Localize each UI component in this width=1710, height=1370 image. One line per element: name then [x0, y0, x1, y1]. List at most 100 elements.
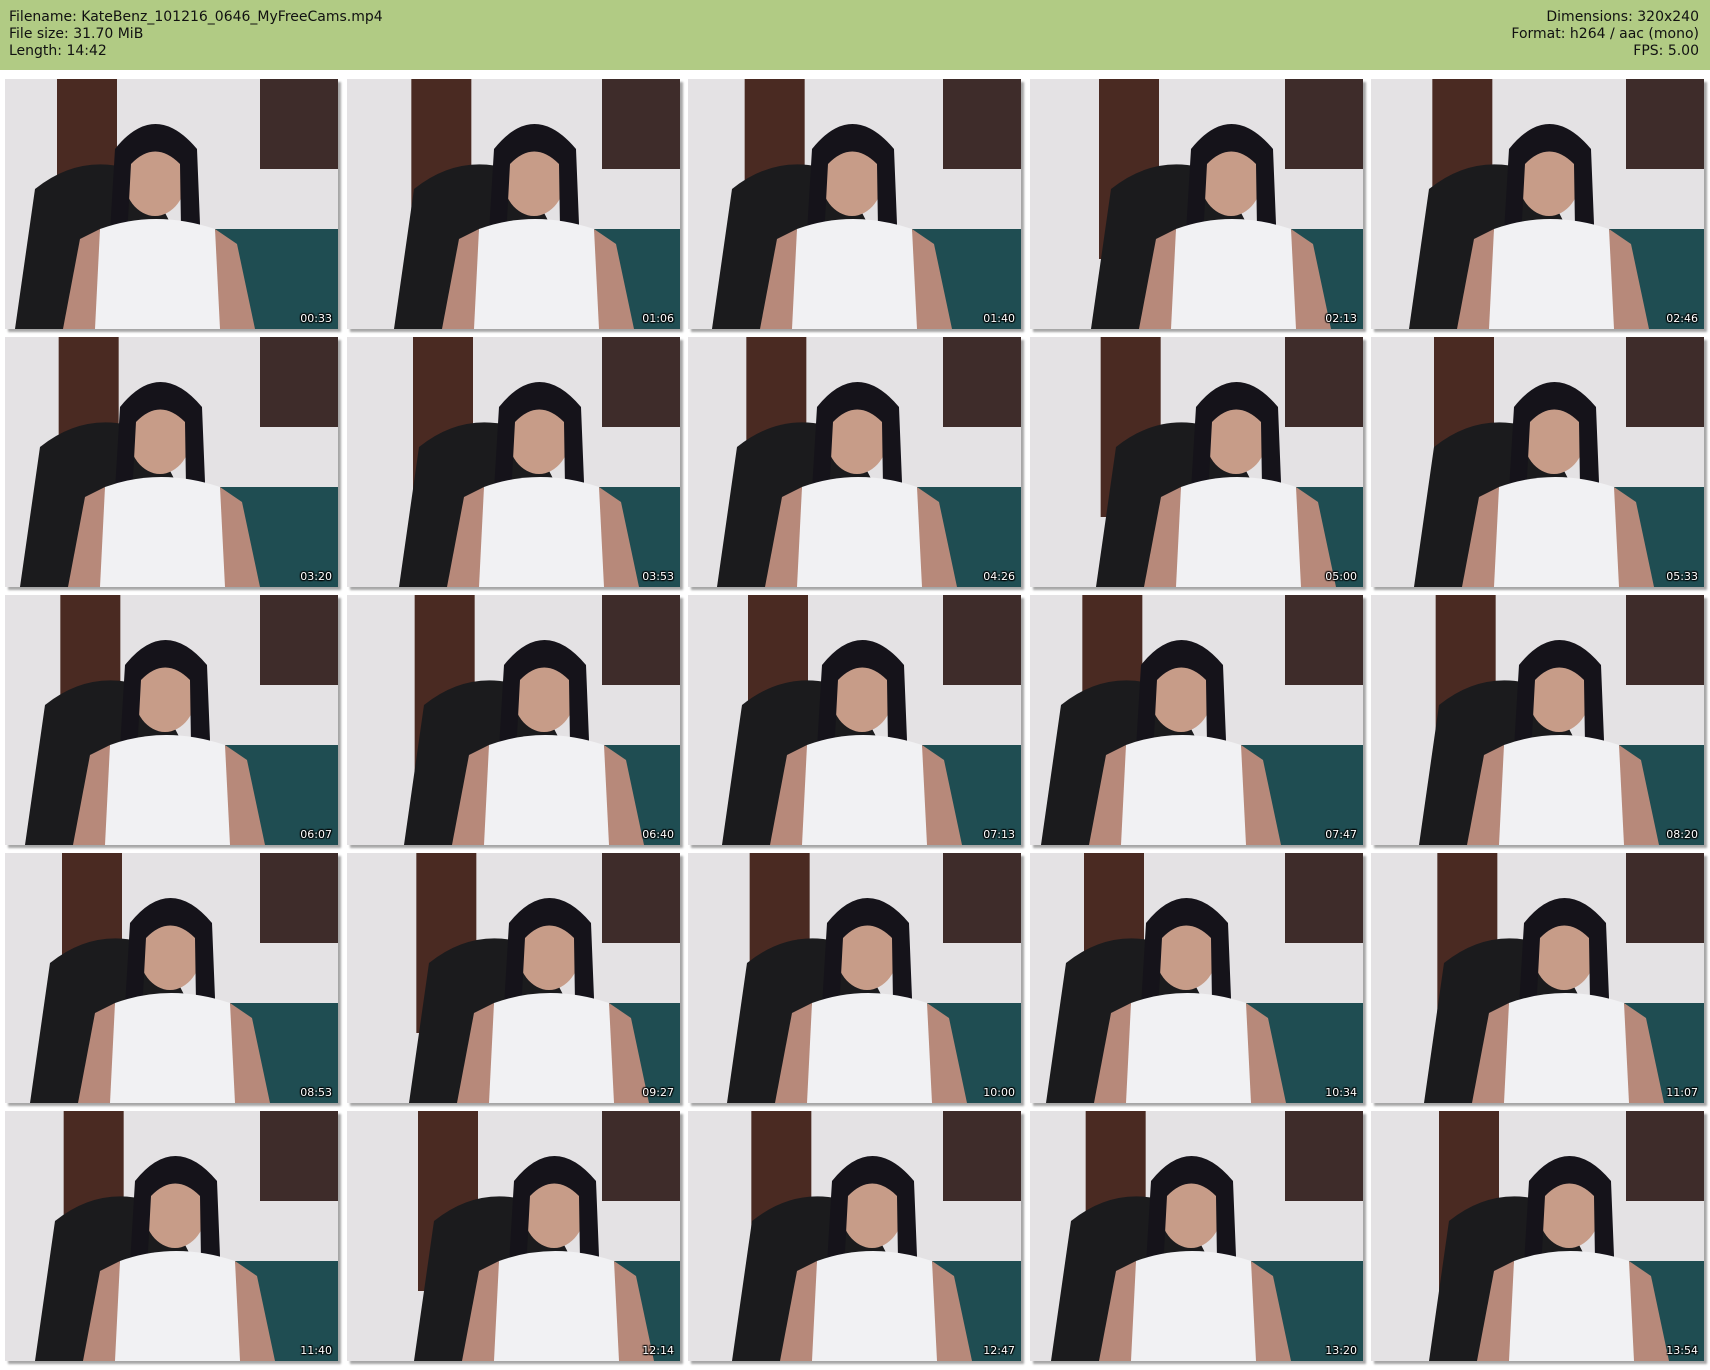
frame-shape: [474, 735, 619, 845]
video-frame-thumbnail[interactable]: 02:13: [1030, 79, 1363, 329]
frame-shape: [464, 219, 609, 329]
video-frame-thumbnail[interactable]: 01:40: [688, 79, 1021, 329]
frame-shape: [1626, 853, 1704, 943]
frame-shape: [1285, 1111, 1363, 1201]
frame-shape: [469, 477, 614, 587]
video-frame-thumbnail[interactable]: 01:06: [347, 79, 680, 329]
video-frame-thumbnail[interactable]: 05:00: [1030, 337, 1363, 587]
frame-shape: [602, 1111, 680, 1201]
video-frame-thumbnail[interactable]: 07:13: [688, 595, 1021, 845]
frame-shape: [1166, 477, 1311, 587]
length-label: Length: 14:42: [9, 43, 107, 59]
video-frame-thumbnail[interactable]: 10:00: [688, 853, 1021, 1103]
frame-image: [347, 337, 680, 587]
frame-image: [347, 853, 680, 1103]
frame-shape: [943, 79, 1021, 169]
video-frame-thumbnail[interactable]: 11:07: [1371, 853, 1704, 1103]
frame-image: [5, 79, 338, 329]
frame-image: [5, 337, 338, 587]
video-frame-thumbnail[interactable]: 06:07: [5, 595, 338, 845]
metadata-right-column: Dimensions: 320x240 Format: h264 / aac (…: [1511, 9, 1699, 60]
video-frame-thumbnail[interactable]: 09:27: [347, 853, 680, 1103]
frame-image: [1030, 337, 1363, 587]
frame-shape: [782, 219, 927, 329]
frame-image: [688, 1111, 1021, 1361]
frame-shape: [1285, 853, 1363, 943]
frame-shape: [1285, 337, 1363, 427]
frame-image: [688, 853, 1021, 1103]
frame-shape: [1626, 595, 1704, 685]
frame-image: [347, 595, 680, 845]
frame-shape: [1499, 1251, 1644, 1361]
frame-image: [1371, 79, 1704, 329]
video-frame-thumbnail[interactable]: 00:33: [5, 79, 338, 329]
frame-shape: [1626, 79, 1704, 169]
frame-shape: [260, 595, 338, 685]
frame-shape: [1626, 337, 1704, 427]
frame-image: [1030, 853, 1363, 1103]
video-frame-thumbnail[interactable]: 02:46: [1371, 79, 1704, 329]
frame-shape: [260, 853, 338, 943]
video-frame-thumbnail[interactable]: 03:53: [347, 337, 680, 587]
frame-shape: [787, 477, 932, 587]
frame-image: [1030, 1111, 1363, 1361]
frame-shape: [602, 853, 680, 943]
frame-image: [347, 79, 680, 329]
frame-shape: [802, 1251, 947, 1361]
frame-image: [5, 595, 338, 845]
frame-shape: [943, 337, 1021, 427]
frame-image: [688, 595, 1021, 845]
frame-shape: [602, 337, 680, 427]
frame-shape: [792, 735, 937, 845]
frame-shape: [943, 1111, 1021, 1201]
frame-shape: [90, 477, 235, 587]
frame-shape: [943, 595, 1021, 685]
dimensions-label: Dimensions: 320x240: [1546, 9, 1699, 25]
video-frame-thumbnail[interactable]: 12:14: [347, 1111, 680, 1361]
frame-image: [1030, 595, 1363, 845]
metadata-left-column: Filename: KateBenz_101216_0646_MyFreeCam…: [9, 9, 383, 60]
frame-shape: [1116, 993, 1261, 1103]
video-frame-thumbnail[interactable]: 11:40: [5, 1111, 338, 1361]
format-label: Format: h264 / aac (mono): [1511, 26, 1699, 42]
thumbnail-grid: 00:33 01:06 01:40 02:13 02:46 03:20 03:53 04:26…: [5, 79, 1705, 1364]
frame-shape: [1121, 1251, 1266, 1361]
frame-image: [1371, 1111, 1704, 1361]
frame-shape: [943, 853, 1021, 943]
frame-shape: [1285, 595, 1363, 685]
frame-shape: [484, 1251, 629, 1361]
video-frame-thumbnail[interactable]: 04:26: [688, 337, 1021, 587]
metadata-header: Filename: KateBenz_101216_0646_MyFreeCam…: [0, 0, 1710, 70]
frame-shape: [602, 595, 680, 685]
frame-shape: [1479, 219, 1624, 329]
video-frame-thumbnail[interactable]: 08:20: [1371, 595, 1704, 845]
video-frame-thumbnail[interactable]: 05:33: [1371, 337, 1704, 587]
frame-shape: [1111, 735, 1256, 845]
frame-image: [5, 1111, 338, 1361]
frame-shape: [100, 993, 245, 1103]
frame-image: [688, 337, 1021, 587]
video-frame-thumbnail[interactable]: 10:34: [1030, 853, 1363, 1103]
video-frame-thumbnail[interactable]: 06:40: [347, 595, 680, 845]
frame-image: [1371, 595, 1704, 845]
video-frame-thumbnail[interactable]: 13:20: [1030, 1111, 1363, 1361]
video-frame-thumbnail[interactable]: 07:47: [1030, 595, 1363, 845]
video-frame-thumbnail[interactable]: 13:54: [1371, 1111, 1704, 1361]
frame-shape: [1285, 79, 1363, 169]
frame-shape: [602, 79, 680, 169]
frame-shape: [105, 1251, 250, 1361]
filename-label: Filename: KateBenz_101216_0646_MyFreeCam…: [9, 9, 383, 25]
frame-image: [1030, 79, 1363, 329]
frame-shape: [1489, 735, 1634, 845]
video-frame-thumbnail[interactable]: 08:53: [5, 853, 338, 1103]
frame-shape: [1494, 993, 1639, 1103]
file-size-label: File size: 31.70 MiB: [9, 26, 144, 42]
frame-shape: [1626, 1111, 1704, 1201]
video-frame-thumbnail[interactable]: 12:47: [688, 1111, 1021, 1361]
frame-image: [1371, 337, 1704, 587]
video-frame-thumbnail[interactable]: 03:20: [5, 337, 338, 587]
frame-shape: [95, 735, 240, 845]
frame-image: [347, 1111, 680, 1361]
frame-shape: [1161, 219, 1306, 329]
frame-image: [688, 79, 1021, 329]
